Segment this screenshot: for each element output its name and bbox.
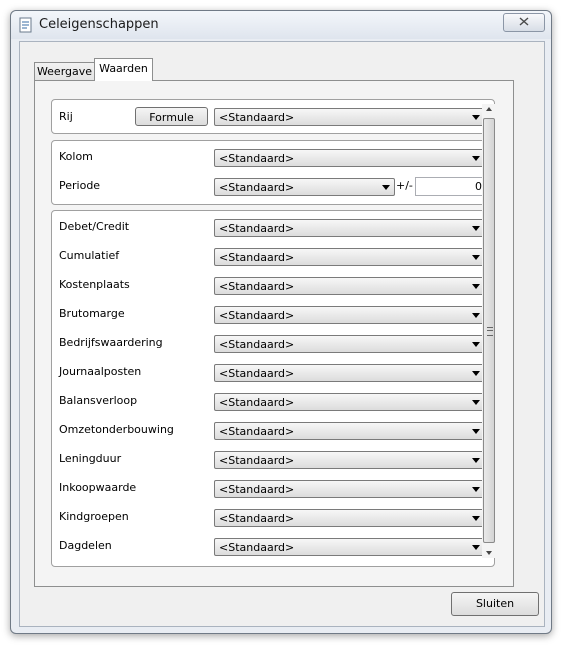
- periode-label: Periode: [59, 179, 101, 192]
- field-select-value: <Standaard>: [219, 483, 295, 496]
- grip-icon: [487, 327, 493, 336]
- chevron-down-icon: [472, 284, 480, 289]
- kolom-select[interactable]: <Standaard>: [214, 149, 485, 167]
- rij-group: Rij Formule <Standaard>: [51, 99, 495, 134]
- field-select-value: <Standaard>: [219, 425, 295, 438]
- chevron-down-icon: [472, 115, 480, 120]
- dialog-client-area: Weergave Waarden Rij Formule <Standaard>…: [19, 41, 545, 627]
- tab-waarden[interactable]: Waarden: [94, 58, 153, 81]
- chevron-down-icon: [472, 516, 480, 521]
- formule-button[interactable]: Formule: [135, 107, 208, 126]
- field-label: Balansverloop: [59, 394, 138, 407]
- field-label: Leningduur: [59, 452, 122, 465]
- field-select[interactable]: <Standaard>: [214, 393, 485, 411]
- periode-select[interactable]: <Standaard>: [214, 178, 395, 196]
- field-label: Dagdelen: [59, 539, 112, 552]
- kolom-label: Kolom: [59, 150, 93, 163]
- sluiten-button[interactable]: Sluiten: [451, 592, 539, 616]
- field-select[interactable]: <Standaard>: [214, 509, 485, 527]
- field-select-value: <Standaard>: [219, 309, 295, 322]
- field-label: Brutomarge: [59, 307, 125, 320]
- field-select[interactable]: <Standaard>: [214, 219, 485, 237]
- field-select[interactable]: <Standaard>: [214, 538, 485, 556]
- chevron-down-icon: [472, 429, 480, 434]
- field-select[interactable]: <Standaard>: [214, 422, 485, 440]
- field-select[interactable]: <Standaard>: [214, 480, 485, 498]
- field-label: Kindgroepen: [59, 510, 129, 523]
- field-select[interactable]: <Standaard>: [214, 364, 485, 382]
- field-label: Journaalposten: [59, 365, 142, 378]
- vertical-scrollbar[interactable]: [482, 104, 497, 558]
- scroll-down-icon[interactable]: [486, 551, 492, 555]
- field-label: Debet/Credit: [59, 220, 130, 233]
- field-select-value: <Standaard>: [219, 512, 295, 525]
- field-label: Cumulatief: [59, 249, 120, 262]
- field-select[interactable]: <Standaard>: [214, 277, 485, 295]
- rij-select[interactable]: <Standaard>: [214, 108, 485, 126]
- chevron-down-icon: [472, 226, 480, 231]
- chevron-down-icon: [382, 185, 390, 190]
- periode-select-value: <Standaard>: [219, 181, 295, 194]
- chevron-down-icon: [472, 487, 480, 492]
- periode-offset-input[interactable]: 0: [415, 177, 487, 196]
- document-properties-icon: [19, 17, 33, 33]
- chevron-down-icon: [472, 400, 480, 405]
- chevron-down-icon: [472, 255, 480, 260]
- field-select-value: <Standaard>: [219, 251, 295, 264]
- field-select-value: <Standaard>: [219, 338, 295, 351]
- rij-select-value: <Standaard>: [219, 111, 295, 124]
- scrollbar-thumb[interactable]: [483, 118, 495, 543]
- chevron-down-icon: [472, 313, 480, 318]
- plus-minus-label: +/-: [396, 179, 413, 192]
- dialog-window: Celeigenschappen Weergave Waarden Rij Fo…: [10, 10, 552, 634]
- field-select[interactable]: <Standaard>: [214, 451, 485, 469]
- field-select-value: <Standaard>: [219, 541, 295, 554]
- title-bar[interactable]: Celeigenschappen: [11, 11, 551, 39]
- field-label: Kostenplaats: [59, 278, 130, 291]
- field-select[interactable]: <Standaard>: [214, 335, 485, 353]
- field-select-value: <Standaard>: [219, 367, 295, 380]
- rij-label: Rij: [59, 110, 73, 123]
- window-title: Celeigenschappen: [39, 17, 159, 32]
- close-icon: [519, 17, 529, 26]
- kolom-select-value: <Standaard>: [219, 152, 295, 165]
- chevron-down-icon: [472, 342, 480, 347]
- field-label: Omzetonderbouwing: [59, 423, 174, 436]
- field-select[interactable]: <Standaard>: [214, 248, 485, 266]
- field-label: Inkoopwaarde: [59, 481, 137, 494]
- chevron-down-icon: [472, 371, 480, 376]
- field-select[interactable]: <Standaard>: [214, 306, 485, 324]
- kolom-periode-group: Kolom <Standaard> Periode <Standaard> +/…: [51, 140, 495, 205]
- chevron-down-icon: [472, 545, 480, 550]
- close-button[interactable]: [503, 13, 545, 32]
- tab-weergave[interactable]: Weergave: [34, 62, 95, 81]
- field-select-value: <Standaard>: [219, 280, 295, 293]
- fields-group: Debet/Credit <Standaard> Cumulatief <Sta…: [51, 210, 495, 567]
- chevron-down-icon: [472, 458, 480, 463]
- field-select-value: <Standaard>: [219, 454, 295, 467]
- field-select-value: <Standaard>: [219, 396, 295, 409]
- chevron-down-icon: [472, 156, 480, 161]
- field-label: Bedrijfswaardering: [59, 336, 163, 349]
- scroll-up-icon[interactable]: [486, 107, 492, 111]
- field-select-value: <Standaard>: [219, 222, 295, 235]
- tab-panel-waarden: Rij Formule <Standaard> Kolom <Standaard…: [34, 80, 514, 587]
